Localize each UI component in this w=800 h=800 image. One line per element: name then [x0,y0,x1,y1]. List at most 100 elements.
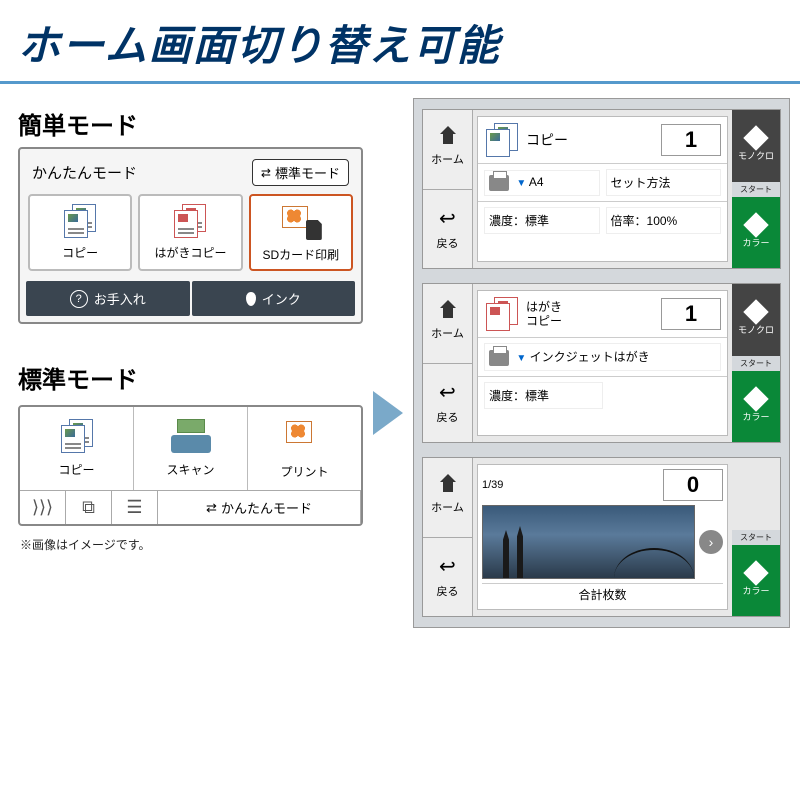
scan-icon [171,419,211,453]
screen-sidebar: ホーム ↪ 戻る [423,110,473,268]
paper-type-cell[interactable]: ▼ インクジェットはがき [484,343,721,371]
diamond-icon [743,126,768,151]
color-start-button[interactable]: カラー [732,197,780,269]
ratio-value: 100% [647,214,678,228]
color-start-button[interactable]: カラー [732,371,780,443]
sdcard-icon [280,204,322,240]
screen-photo: ホーム ↪ 戻る 1/39 0 › [422,457,781,617]
color-start-button[interactable]: カラー [732,545,780,617]
standard-tiles: コピー スキャン プリント [20,407,361,490]
copy-title: コピー [526,130,655,150]
tile-sdcard[interactable]: SDカード印刷 [249,194,353,271]
maintenance-button[interactable]: ? お手入れ [26,281,190,316]
diamond-icon [743,212,768,237]
density-value: 標準 [525,389,549,403]
diamond-icon [743,386,768,411]
ink-drop-icon [246,292,256,306]
copy-icon [484,123,520,157]
arrow-icon [373,391,403,435]
std-tile-scan[interactable]: スキャン [134,407,248,490]
tile-hagaki[interactable]: はがきコピー [138,194,242,271]
density-value: 標準 [525,214,549,228]
std-copy-label: コピー [58,461,94,478]
maintenance-label: お手入れ [94,289,146,308]
footnote: ※画像はイメージです。 [18,526,363,553]
copy-icon [59,419,95,453]
photo-thumbnail[interactable] [482,505,695,579]
photo-strip: › [482,505,723,579]
screen-sidebar: ホーム ↪ 戻る [423,284,473,442]
set-method-cell[interactable]: セット方法 [606,169,722,196]
page-title: ホーム画面切り替え可能 [0,0,800,84]
back-label: 戻る [437,583,459,599]
mode-switch-button[interactable]: ⇄ 標準モード [252,159,349,186]
photo-index: 1/39 [482,479,503,491]
simple-mode-link-label: かんたんモード [221,498,312,517]
photo-main: 1/39 0 › 合計枚数 [477,464,728,610]
back-button[interactable]: ↪ 戻る [423,364,472,443]
standard-mode-label: 標準モード [18,352,363,401]
next-photo-button[interactable]: › [699,530,723,554]
simple-mode-label: 簡単モード [18,98,363,147]
back-label: 戻る [437,235,459,251]
printer-icon [489,175,509,191]
simple-mode-link[interactable]: ⇄ かんたんモード [158,491,361,524]
home-label: ホーム [431,151,464,167]
screen-hagaki: ホーム ↪ 戻る はがき コピー 1 [422,283,781,443]
screen-copy: ホーム ↪ 戻る コピー 1 [422,109,781,269]
std-tile-print[interactable]: プリント [248,407,361,490]
link-button[interactable]: ⧉ [66,491,112,524]
mono-start-button[interactable]: モノクロ [732,110,780,182]
wireless-button[interactable]: ⟩⟩⟩ [20,491,66,524]
content-area: 簡単モード かんたんモード ⇄ 標準モード コピー [0,84,800,628]
density-cell[interactable]: 濃度：標準 [484,382,603,409]
printer-icon [489,350,509,366]
mono-start-button[interactable]: モノクロ [732,284,780,356]
photo-count[interactable]: 0 [663,469,723,501]
start-label: スタート [732,182,780,197]
start-buttons: スタート カラー [732,458,780,616]
back-label: 戻る [437,409,459,425]
back-button[interactable]: ↪ 戻る [423,190,472,269]
link-icon: ⧉ [82,497,95,518]
question-icon: ? [70,290,88,308]
simple-bottom-bar: ? お手入れ インク [26,281,355,316]
density-cell[interactable]: 濃度：標準 [484,207,600,234]
paper-type: インクジェットはがき [530,350,650,364]
tile-copy[interactable]: コピー [28,194,132,271]
copy-main: コピー 1 ▼ A4 セット方法 濃度：標準 倍率：10 [477,116,728,262]
std-tile-copy[interactable]: コピー [20,407,134,490]
arrow-container [371,98,405,628]
back-icon: ↪ [439,554,456,579]
std-scan-label: スキャン [166,461,214,478]
standard-bottom-bar: ⟩⟩⟩ ⧉ ☰ ⇄ かんたんモード [20,490,361,524]
back-button[interactable]: ↪ 戻る [423,538,472,617]
paper-size: A4 [529,175,544,189]
home-button[interactable]: ホーム [423,458,472,538]
tile-copy-label: コピー [62,244,98,261]
simple-panel-title: かんたんモード [32,162,137,183]
status-button[interactable]: ☰ [112,491,158,524]
copy-count[interactable]: 1 [661,124,721,156]
paper-size-cell[interactable]: ▼ A4 [484,170,600,196]
hagaki-main: はがき コピー 1 ▼ インクジェットはがき 濃度：標準 [477,290,728,436]
start-buttons: モノクロ スタート カラー [732,110,780,268]
home-button[interactable]: ホーム [423,284,472,364]
hagaki-count[interactable]: 1 [661,298,721,330]
status-icon: ☰ [126,497,142,518]
ratio-cell[interactable]: 倍率：100% [606,207,722,234]
print-icon [284,419,326,455]
tile-hagaki-label: はがきコピー [154,244,226,261]
diamond-icon [743,300,768,325]
start-label: スタート [732,530,780,545]
density-label: 濃度： [489,389,525,403]
home-label: ホーム [431,499,464,515]
swap-icon: ⇄ [261,166,271,180]
mono-label: モノクロ [738,323,774,336]
ink-button[interactable]: インク [192,281,356,316]
ink-label: インク [262,289,301,308]
simple-header: かんたんモード ⇄ 標準モード [26,155,355,194]
standard-mode-panel: コピー スキャン プリント ⟩⟩⟩ [18,405,363,526]
home-button[interactable]: ホーム [423,110,472,190]
mode-switch-label: 標準モード [275,163,340,182]
